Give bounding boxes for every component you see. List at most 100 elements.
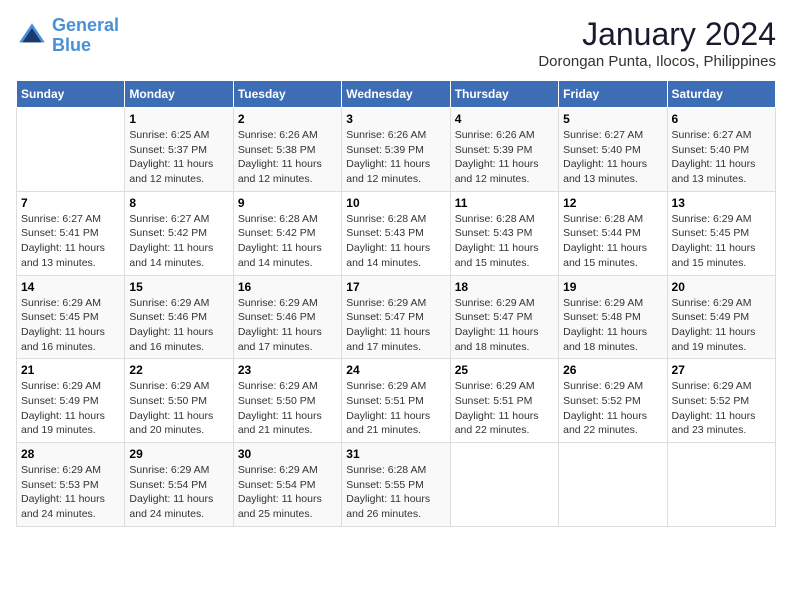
day-number: 6 <box>672 112 771 126</box>
day-info: Sunrise: 6:29 AMSunset: 5:50 PMDaylight:… <box>238 379 337 438</box>
day-number: 24 <box>346 363 445 377</box>
day-cell: 18Sunrise: 6:29 AMSunset: 5:47 PMDayligh… <box>450 275 558 359</box>
day-cell: 1 Sunrise: 6:25 AMSunset: 5:37 PMDaylight… <box>125 108 233 192</box>
day-number: 27 <box>672 363 771 377</box>
day-cell: 28 Sunrise: 6:29 AMSunset: 5:53 PMDayligh… <box>17 443 125 527</box>
day-number: 18 <box>455 280 554 294</box>
day-cell: 30Sunrise: 6:29 AMSunset: 5:54 PMDayligh… <box>233 443 341 527</box>
day-info: Sunrise: 6:29 AMSunset: 5:53 PMDaylight:… <box>21 463 120 522</box>
day-header-wednesday: Wednesday <box>342 81 450 108</box>
day-cell: 23 Sunrise: 6:29 AMSunset: 5:50 PMDayligh… <box>233 359 341 443</box>
day-info: Sunrise: 6:27 AMSunset: 5:40 PMDaylight:… <box>563 128 662 187</box>
day-cell: 26 Sunrise: 6:29 AMSunset: 5:52 PMDayligh… <box>559 359 667 443</box>
day-cell <box>559 443 667 527</box>
day-info: Sunrise: 6:29 AMSunset: 5:50 PMDaylight:… <box>129 379 228 438</box>
day-number: 12 <box>563 196 662 210</box>
day-number: 8 <box>129 196 228 210</box>
day-cell: 13Sunrise: 6:29 AMSunset: 5:45 PMDayligh… <box>667 191 775 275</box>
day-info: Sunrise: 6:28 AMSunset: 5:42 PMDaylight:… <box>238 212 337 271</box>
day-info: Sunrise: 6:26 AMSunset: 5:39 PMDaylight:… <box>346 128 445 187</box>
logo: General Blue <box>16 16 119 56</box>
month-title: January 2024 <box>538 16 776 53</box>
day-info: Sunrise: 6:29 AMSunset: 5:46 PMDaylight:… <box>129 296 228 355</box>
day-number: 9 <box>238 196 337 210</box>
week-row-5: 28 Sunrise: 6:29 AMSunset: 5:53 PMDayligh… <box>17 443 776 527</box>
day-cell: 20Sunrise: 6:29 AMSunset: 5:49 PMDayligh… <box>667 275 775 359</box>
day-header-monday: Monday <box>125 81 233 108</box>
day-info: Sunrise: 6:29 AMSunset: 5:54 PMDaylight:… <box>129 463 228 522</box>
day-header-tuesday: Tuesday <box>233 81 341 108</box>
day-info: Sunrise: 6:29 AMSunset: 5:45 PMDaylight:… <box>21 296 120 355</box>
day-number: 29 <box>129 447 228 461</box>
day-number: 28 <box>21 447 120 461</box>
title-area: January 2024 Dorongan Punta, Ilocos, Phi… <box>538 16 776 70</box>
day-number: 22 <box>129 363 228 377</box>
day-info: Sunrise: 6:28 AMSunset: 5:44 PMDaylight:… <box>563 212 662 271</box>
location: Dorongan Punta, Ilocos, Philippines <box>538 53 776 70</box>
day-cell: 29 Sunrise: 6:29 AMSunset: 5:54 PMDayligh… <box>125 443 233 527</box>
day-number: 21 <box>21 363 120 377</box>
day-header-sunday: Sunday <box>17 81 125 108</box>
calendar-header-row: SundayMondayTuesdayWednesdayThursdayFrid… <box>17 81 776 108</box>
day-info: Sunrise: 6:26 AMSunset: 5:39 PMDaylight:… <box>455 128 554 187</box>
day-number: 23 <box>238 363 337 377</box>
day-number: 11 <box>455 196 554 210</box>
day-info: Sunrise: 6:26 AMSunset: 5:38 PMDaylight:… <box>238 128 337 187</box>
day-number: 4 <box>455 112 554 126</box>
day-cell <box>17 108 125 192</box>
day-info: Sunrise: 6:29 AMSunset: 5:52 PMDaylight:… <box>563 379 662 438</box>
day-number: 5 <box>563 112 662 126</box>
logo-text: General Blue <box>52 16 119 56</box>
day-cell: 2Sunrise: 6:26 AMSunset: 5:38 PMDaylight… <box>233 108 341 192</box>
day-cell: 11Sunrise: 6:28 AMSunset: 5:43 PMDayligh… <box>450 191 558 275</box>
day-number: 26 <box>563 363 662 377</box>
day-info: Sunrise: 6:29 AMSunset: 5:47 PMDaylight:… <box>346 296 445 355</box>
day-cell: 17 Sunrise: 6:29 AMSunset: 5:47 PMDayligh… <box>342 275 450 359</box>
day-cell <box>450 443 558 527</box>
day-number: 20 <box>672 280 771 294</box>
day-cell <box>667 443 775 527</box>
day-cell: 22 Sunrise: 6:29 AMSunset: 5:50 PMDayligh… <box>125 359 233 443</box>
day-cell: 19 Sunrise: 6:29 AMSunset: 5:48 PMDayligh… <box>559 275 667 359</box>
day-cell: 24 Sunrise: 6:29 AMSunset: 5:51 PMDayligh… <box>342 359 450 443</box>
day-info: Sunrise: 6:29 AMSunset: 5:48 PMDaylight:… <box>563 296 662 355</box>
day-cell: 31 Sunrise: 6:28 AMSunset: 5:55 PMDayligh… <box>342 443 450 527</box>
day-info: Sunrise: 6:29 AMSunset: 5:49 PMDaylight:… <box>21 379 120 438</box>
week-row-1: 1 Sunrise: 6:25 AMSunset: 5:37 PMDaylight… <box>17 108 776 192</box>
day-info: Sunrise: 6:27 AMSunset: 5:41 PMDaylight:… <box>21 212 120 271</box>
day-info: Sunrise: 6:29 AMSunset: 5:46 PMDaylight:… <box>238 296 337 355</box>
day-info: Sunrise: 6:29 AMSunset: 5:51 PMDaylight:… <box>455 379 554 438</box>
day-info: Sunrise: 6:29 AMSunset: 5:51 PMDaylight:… <box>346 379 445 438</box>
day-cell: 7Sunrise: 6:27 AMSunset: 5:41 PMDaylight… <box>17 191 125 275</box>
day-number: 17 <box>346 280 445 294</box>
day-info: Sunrise: 6:28 AMSunset: 5:55 PMDaylight:… <box>346 463 445 522</box>
day-number: 31 <box>346 447 445 461</box>
day-number: 13 <box>672 196 771 210</box>
day-cell: 27 Sunrise: 6:29 AMSunset: 5:52 PMDayligh… <box>667 359 775 443</box>
day-number: 16 <box>238 280 337 294</box>
logo-line2: Blue <box>52 35 91 55</box>
day-info: Sunrise: 6:25 AMSunset: 5:37 PMDaylight:… <box>129 128 228 187</box>
day-cell: 5 Sunrise: 6:27 AMSunset: 5:40 PMDaylight… <box>559 108 667 192</box>
day-number: 19 <box>563 280 662 294</box>
day-cell: 25Sunrise: 6:29 AMSunset: 5:51 PMDayligh… <box>450 359 558 443</box>
day-cell: 8 Sunrise: 6:27 AMSunset: 5:42 PMDaylight… <box>125 191 233 275</box>
day-header-thursday: Thursday <box>450 81 558 108</box>
day-cell: 16 Sunrise: 6:29 AMSunset: 5:46 PMDayligh… <box>233 275 341 359</box>
calendar: SundayMondayTuesdayWednesdayThursdayFrid… <box>16 80 776 527</box>
day-info: Sunrise: 6:27 AMSunset: 5:42 PMDaylight:… <box>129 212 228 271</box>
day-info: Sunrise: 6:28 AMSunset: 5:43 PMDaylight:… <box>346 212 445 271</box>
day-number: 3 <box>346 112 445 126</box>
day-cell: 15Sunrise: 6:29 AMSunset: 5:46 PMDayligh… <box>125 275 233 359</box>
day-info: Sunrise: 6:29 AMSunset: 5:54 PMDaylight:… <box>238 463 337 522</box>
day-cell: 9 Sunrise: 6:28 AMSunset: 5:42 PMDaylight… <box>233 191 341 275</box>
week-row-4: 21 Sunrise: 6:29 AMSunset: 5:49 PMDayligh… <box>17 359 776 443</box>
logo-line1: General <box>52 15 119 35</box>
day-info: Sunrise: 6:29 AMSunset: 5:52 PMDaylight:… <box>672 379 771 438</box>
day-cell: 14Sunrise: 6:29 AMSunset: 5:45 PMDayligh… <box>17 275 125 359</box>
day-cell: 21 Sunrise: 6:29 AMSunset: 5:49 PMDayligh… <box>17 359 125 443</box>
day-number: 1 <box>129 112 228 126</box>
day-info: Sunrise: 6:27 AMSunset: 5:40 PMDaylight:… <box>672 128 771 187</box>
day-header-friday: Friday <box>559 81 667 108</box>
day-cell: 6 Sunrise: 6:27 AMSunset: 5:40 PMDaylight… <box>667 108 775 192</box>
